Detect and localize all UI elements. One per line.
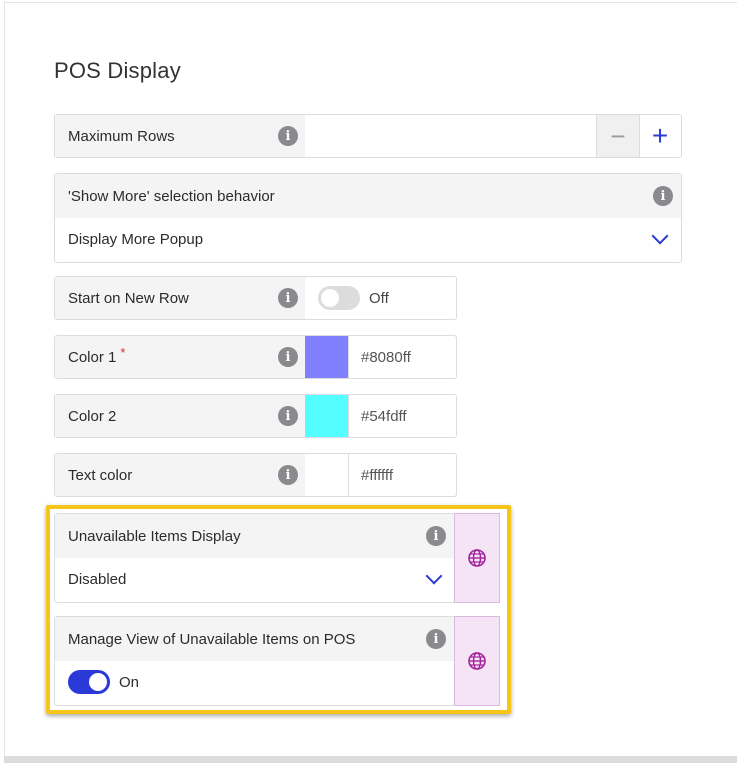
start-new-row-toggle[interactable] bbox=[318, 286, 360, 310]
highlight-frame bbox=[46, 505, 511, 714]
start-new-row-field: Start on New Row i Off bbox=[54, 276, 457, 320]
text-color-value[interactable]: #ffffff bbox=[349, 454, 393, 496]
plus-icon: + bbox=[651, 120, 669, 151]
text-color-field: Text color i #ffffff bbox=[54, 453, 457, 497]
show-more-label: 'Show More' selection behavior bbox=[68, 187, 275, 205]
start-new-row-control: Off bbox=[305, 277, 456, 319]
text-color-label-cell: Text color i bbox=[55, 454, 305, 496]
color2-label-cell: Color 2 i bbox=[55, 395, 305, 437]
maximum-rows-field: Maximum Rows i − + bbox=[54, 114, 682, 158]
start-new-row-label: Start on New Row bbox=[68, 289, 189, 307]
show-more-value: Display More Popup bbox=[68, 231, 204, 248]
info-icon[interactable]: i bbox=[278, 347, 298, 367]
color1-swatch[interactable] bbox=[305, 336, 349, 378]
color1-field: Color 1 * i #8080ff bbox=[54, 335, 457, 379]
increment-button[interactable]: + bbox=[639, 115, 681, 157]
show-more-header: 'Show More' selection behavior i bbox=[55, 174, 681, 218]
start-new-row-label-cell: Start on New Row i bbox=[55, 277, 305, 319]
maximum-rows-label-cell: Maximum Rows i bbox=[55, 115, 305, 157]
decrement-button[interactable]: − bbox=[596, 115, 640, 157]
color1-value[interactable]: #8080ff bbox=[349, 336, 411, 378]
start-new-row-state: Off bbox=[369, 290, 389, 307]
color2-field: Color 2 i #54fdff bbox=[54, 394, 457, 438]
required-mark: * bbox=[120, 344, 126, 360]
chevron-down-icon bbox=[651, 227, 669, 245]
info-icon[interactable]: i bbox=[278, 465, 298, 485]
info-icon[interactable]: i bbox=[278, 126, 298, 146]
toggle-knob bbox=[321, 289, 339, 307]
page-title: POS Display bbox=[54, 58, 181, 83]
show-more-field: 'Show More' selection behavior i Display… bbox=[54, 173, 682, 263]
text-color-swatch[interactable] bbox=[305, 454, 349, 496]
color1-label-cell: Color 1 * i bbox=[55, 336, 305, 378]
bottom-scrollbar-track bbox=[4, 756, 737, 763]
show-more-select[interactable]: Display More Popup bbox=[55, 218, 681, 261]
info-icon[interactable]: i bbox=[278, 406, 298, 426]
color2-value[interactable]: #54fdff bbox=[349, 395, 407, 437]
text-color-label: Text color bbox=[68, 466, 133, 484]
maximum-rows-label: Maximum Rows bbox=[68, 127, 175, 145]
color2-swatch[interactable] bbox=[305, 395, 349, 437]
info-icon[interactable]: i bbox=[653, 186, 673, 206]
color2-label: Color 2 bbox=[68, 407, 117, 425]
minus-icon: − bbox=[610, 121, 626, 151]
color1-label: Color 1 bbox=[68, 348, 117, 366]
info-icon[interactable]: i bbox=[278, 288, 298, 308]
